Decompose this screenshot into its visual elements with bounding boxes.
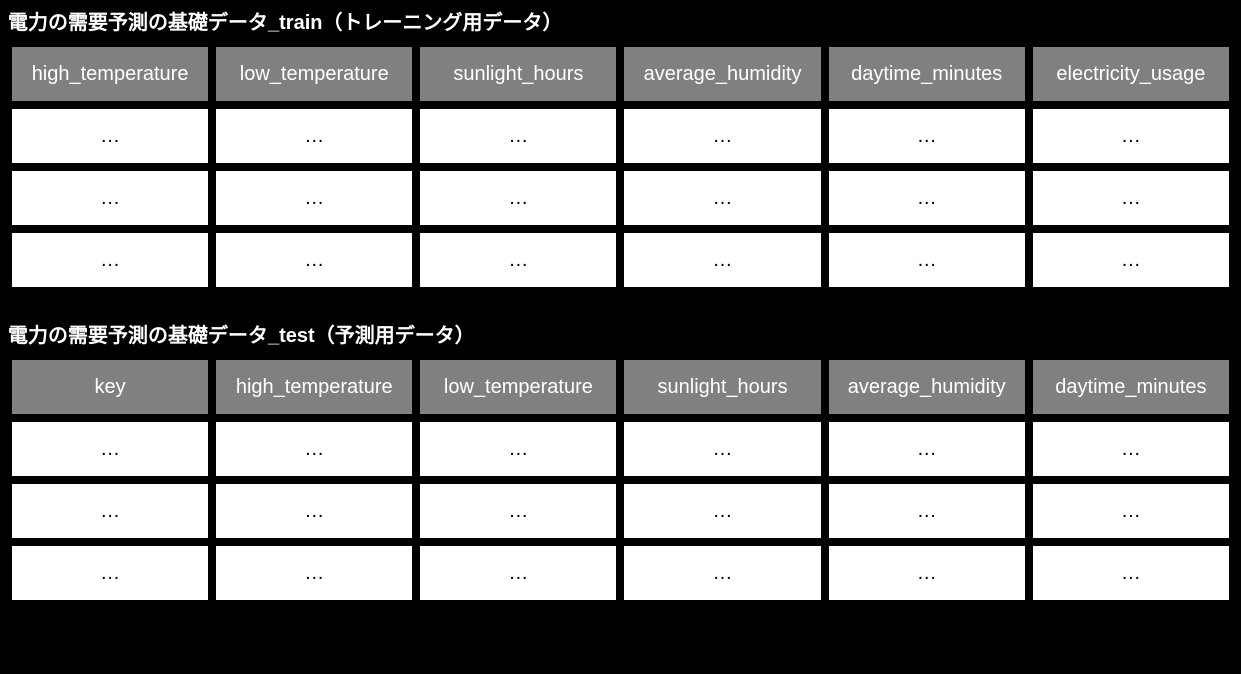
table-cell: … bbox=[829, 233, 1025, 287]
test-table-title: 電力の需要予測の基礎データ_test（予測用データ） bbox=[4, 313, 1237, 352]
train-col-header: electricity_usage bbox=[1033, 47, 1229, 101]
table-cell: … bbox=[624, 233, 820, 287]
table-cell: … bbox=[829, 546, 1025, 600]
train-col-header: average_humidity bbox=[624, 47, 820, 101]
test-col-header: daytime_minutes bbox=[1033, 360, 1229, 414]
table-row: … … … … … … bbox=[12, 233, 1229, 287]
table-cell: … bbox=[420, 546, 616, 600]
table-cell: … bbox=[829, 484, 1025, 538]
train-table-title: 電力の需要予測の基礎データ_train（トレーニング用データ） bbox=[4, 0, 1237, 39]
table-cell: … bbox=[12, 171, 208, 225]
table-cell: … bbox=[829, 109, 1025, 163]
train-col-header: sunlight_hours bbox=[420, 47, 616, 101]
test-table-header-row: key high_temperature low_temperature sun… bbox=[12, 360, 1229, 414]
table-cell: … bbox=[216, 546, 412, 600]
table-cell: … bbox=[216, 109, 412, 163]
table-cell: … bbox=[1033, 546, 1229, 600]
table-cell: … bbox=[1033, 171, 1229, 225]
train-col-header: daytime_minutes bbox=[829, 47, 1025, 101]
table-cell: … bbox=[12, 546, 208, 600]
train-table-block: 電力の需要予測の基礎データ_train（トレーニング用データ） high_tem… bbox=[0, 0, 1241, 295]
table-cell: … bbox=[12, 422, 208, 476]
test-col-header: average_humidity bbox=[829, 360, 1025, 414]
table-cell: … bbox=[420, 422, 616, 476]
table-row: … … … … … … bbox=[12, 109, 1229, 163]
spacer bbox=[0, 295, 1241, 313]
table-cell: … bbox=[1033, 233, 1229, 287]
test-table-block: 電力の需要予測の基礎データ_test（予測用データ） key high_temp… bbox=[0, 313, 1241, 608]
table-cell: … bbox=[12, 109, 208, 163]
table-row: … … … … … … bbox=[12, 422, 1229, 476]
test-col-header: key bbox=[12, 360, 208, 414]
test-col-header: high_temperature bbox=[216, 360, 412, 414]
table-cell: … bbox=[829, 422, 1025, 476]
train-col-header: high_temperature bbox=[12, 47, 208, 101]
table-cell: … bbox=[216, 171, 412, 225]
test-table: key high_temperature low_temperature sun… bbox=[4, 352, 1237, 608]
table-cell: … bbox=[420, 233, 616, 287]
table-cell: … bbox=[216, 422, 412, 476]
test-col-header: sunlight_hours bbox=[624, 360, 820, 414]
table-cell: … bbox=[1033, 422, 1229, 476]
table-cell: … bbox=[624, 484, 820, 538]
table-cell: … bbox=[420, 484, 616, 538]
table-cell: … bbox=[1033, 484, 1229, 538]
table-cell: … bbox=[216, 484, 412, 538]
table-cell: … bbox=[216, 233, 412, 287]
table-row: … … … … … … bbox=[12, 171, 1229, 225]
table-cell: … bbox=[624, 109, 820, 163]
table-cell: … bbox=[829, 171, 1025, 225]
train-table: high_temperature low_temperature sunligh… bbox=[4, 39, 1237, 295]
table-cell: … bbox=[624, 422, 820, 476]
test-col-header: low_temperature bbox=[420, 360, 616, 414]
table-cell: … bbox=[420, 171, 616, 225]
table-cell: … bbox=[1033, 109, 1229, 163]
table-cell: … bbox=[12, 484, 208, 538]
train-col-header: low_temperature bbox=[216, 47, 412, 101]
train-table-header-row: high_temperature low_temperature sunligh… bbox=[12, 47, 1229, 101]
table-row: … … … … … … bbox=[12, 546, 1229, 600]
table-row: … … … … … … bbox=[12, 484, 1229, 538]
table-cell: … bbox=[12, 233, 208, 287]
table-cell: … bbox=[624, 171, 820, 225]
table-cell: … bbox=[420, 109, 616, 163]
table-cell: … bbox=[624, 546, 820, 600]
